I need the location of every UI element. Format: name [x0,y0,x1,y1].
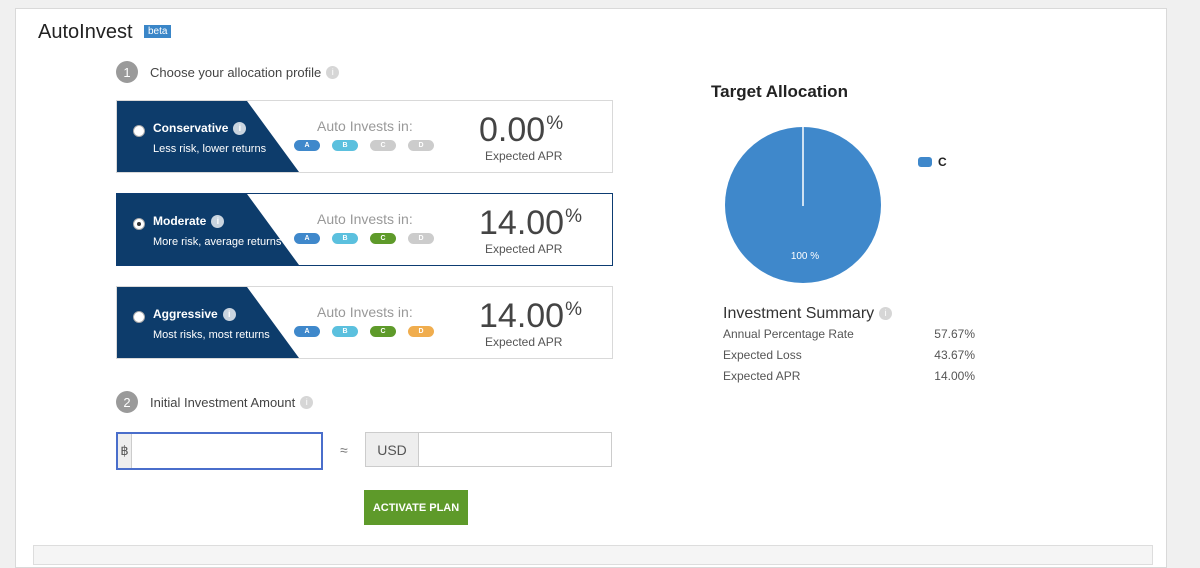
expected-apr-label: Expected APR [485,242,563,256]
step-number: 2 [116,391,138,413]
profile-name: Conservative [153,121,229,135]
summary-value: 43.67% [934,348,975,362]
grade-pill-a: A [294,326,320,337]
summary-label: Annual Percentage Rate [723,327,854,341]
beta-badge: beta [144,25,172,38]
summary-row: Annual Percentage Rate 57.67% [723,327,975,341]
info-icon[interactable]: i [222,308,236,322]
profile-description: Most risks, most returns [153,329,270,341]
grade-pills: A B C D [294,326,434,337]
step-2: 2 Initial Investment Amount i [116,391,314,413]
expected-apr-label: Expected APR [485,335,563,349]
profile-name: Aggressive [153,307,218,321]
grade-pill-a: A [294,233,320,244]
activate-plan-button[interactable]: ACTIVATE PLAN [364,490,468,525]
grade-pill-c: C [370,326,396,337]
summary-row: Expected APR 14.00% [723,369,975,383]
summary-row: Expected Loss 43.67% [723,348,975,362]
info-icon[interactable]: i [233,122,247,136]
expected-apr-value: 14.00% [479,204,582,242]
auto-invests-label: Auto Invests in: [317,118,413,134]
grade-pills: A B C D [294,140,434,151]
grade-pill-d: D [408,326,434,337]
grade-pill-c: C [370,233,396,244]
auto-invests-label: Auto Invests in: [317,211,413,227]
step-1: 1 Choose your allocation profile i [116,61,340,83]
legend-swatch [918,157,932,167]
legend-label: C [938,155,947,169]
profile-conservative[interactable]: Conservative i Less risk, lower returns A… [116,100,613,173]
bitcoin-icon: ฿ [118,434,132,468]
bottom-section [33,545,1153,565]
grade-pill-c: C [370,140,396,151]
profile-description: More risk, average returns [153,236,282,248]
usd-label: USD [366,433,419,466]
profile-aggressive[interactable]: Aggressive i Most risks, most returns Aut… [116,286,613,359]
grade-pill-a: A [294,140,320,151]
step-label: Initial Investment Amount [150,394,296,410]
step-label: Choose your allocation profile [150,64,322,80]
summary-value: 14.00% [934,369,975,383]
btc-amount-input[interactable] [132,434,321,468]
expected-apr-value: 14.00% [479,297,582,335]
profile-description: Less risk, lower returns [153,143,267,155]
page-title: AutoInvest [38,21,133,43]
usd-amount-input[interactable] [419,433,611,466]
radio-conservative[interactable] [133,125,145,137]
info-icon[interactable]: i [326,65,340,79]
info-icon[interactable]: i [300,395,314,409]
radio-moderate[interactable] [133,218,145,230]
expected-apr-value: 0.00% [479,111,564,149]
auto-invests-label: Auto Invests in: [317,304,413,320]
grade-pill-d: D [408,233,434,244]
info-icon[interactable]: i [211,215,225,229]
investment-summary-title: Investment Summary i [723,305,893,323]
grade-pill-b: B [332,326,358,337]
usd-amount-field[interactable]: USD [365,432,612,467]
profile-name: Moderate [153,214,207,228]
expected-apr-label: Expected APR [485,149,563,163]
grade-pill-b: B [332,233,358,244]
summary-value: 57.67% [934,327,975,341]
summary-label: Expected APR [723,369,801,383]
btc-amount-field[interactable]: ฿ [116,432,323,470]
pie-slice-label: 100 % [791,251,819,262]
target-allocation-title: Target Allocation [711,82,848,101]
grade-pills: A B C D [294,233,434,244]
grade-pill-d: D [408,140,434,151]
grade-pill-b: B [332,140,358,151]
radio-aggressive[interactable] [133,311,145,323]
step-number: 1 [116,61,138,83]
info-icon[interactable]: i [879,307,893,321]
chart-legend: C [918,155,947,169]
summary-label: Expected Loss [723,348,802,362]
allocation-pie-chart: 100 % [725,127,881,283]
profile-moderate[interactable]: Moderate i More risk, average returns Aut… [116,193,613,266]
approx-icon: ≈ [340,442,348,458]
autoinvest-panel: AutoInvest beta 1 Choose your allocation… [15,8,1167,568]
